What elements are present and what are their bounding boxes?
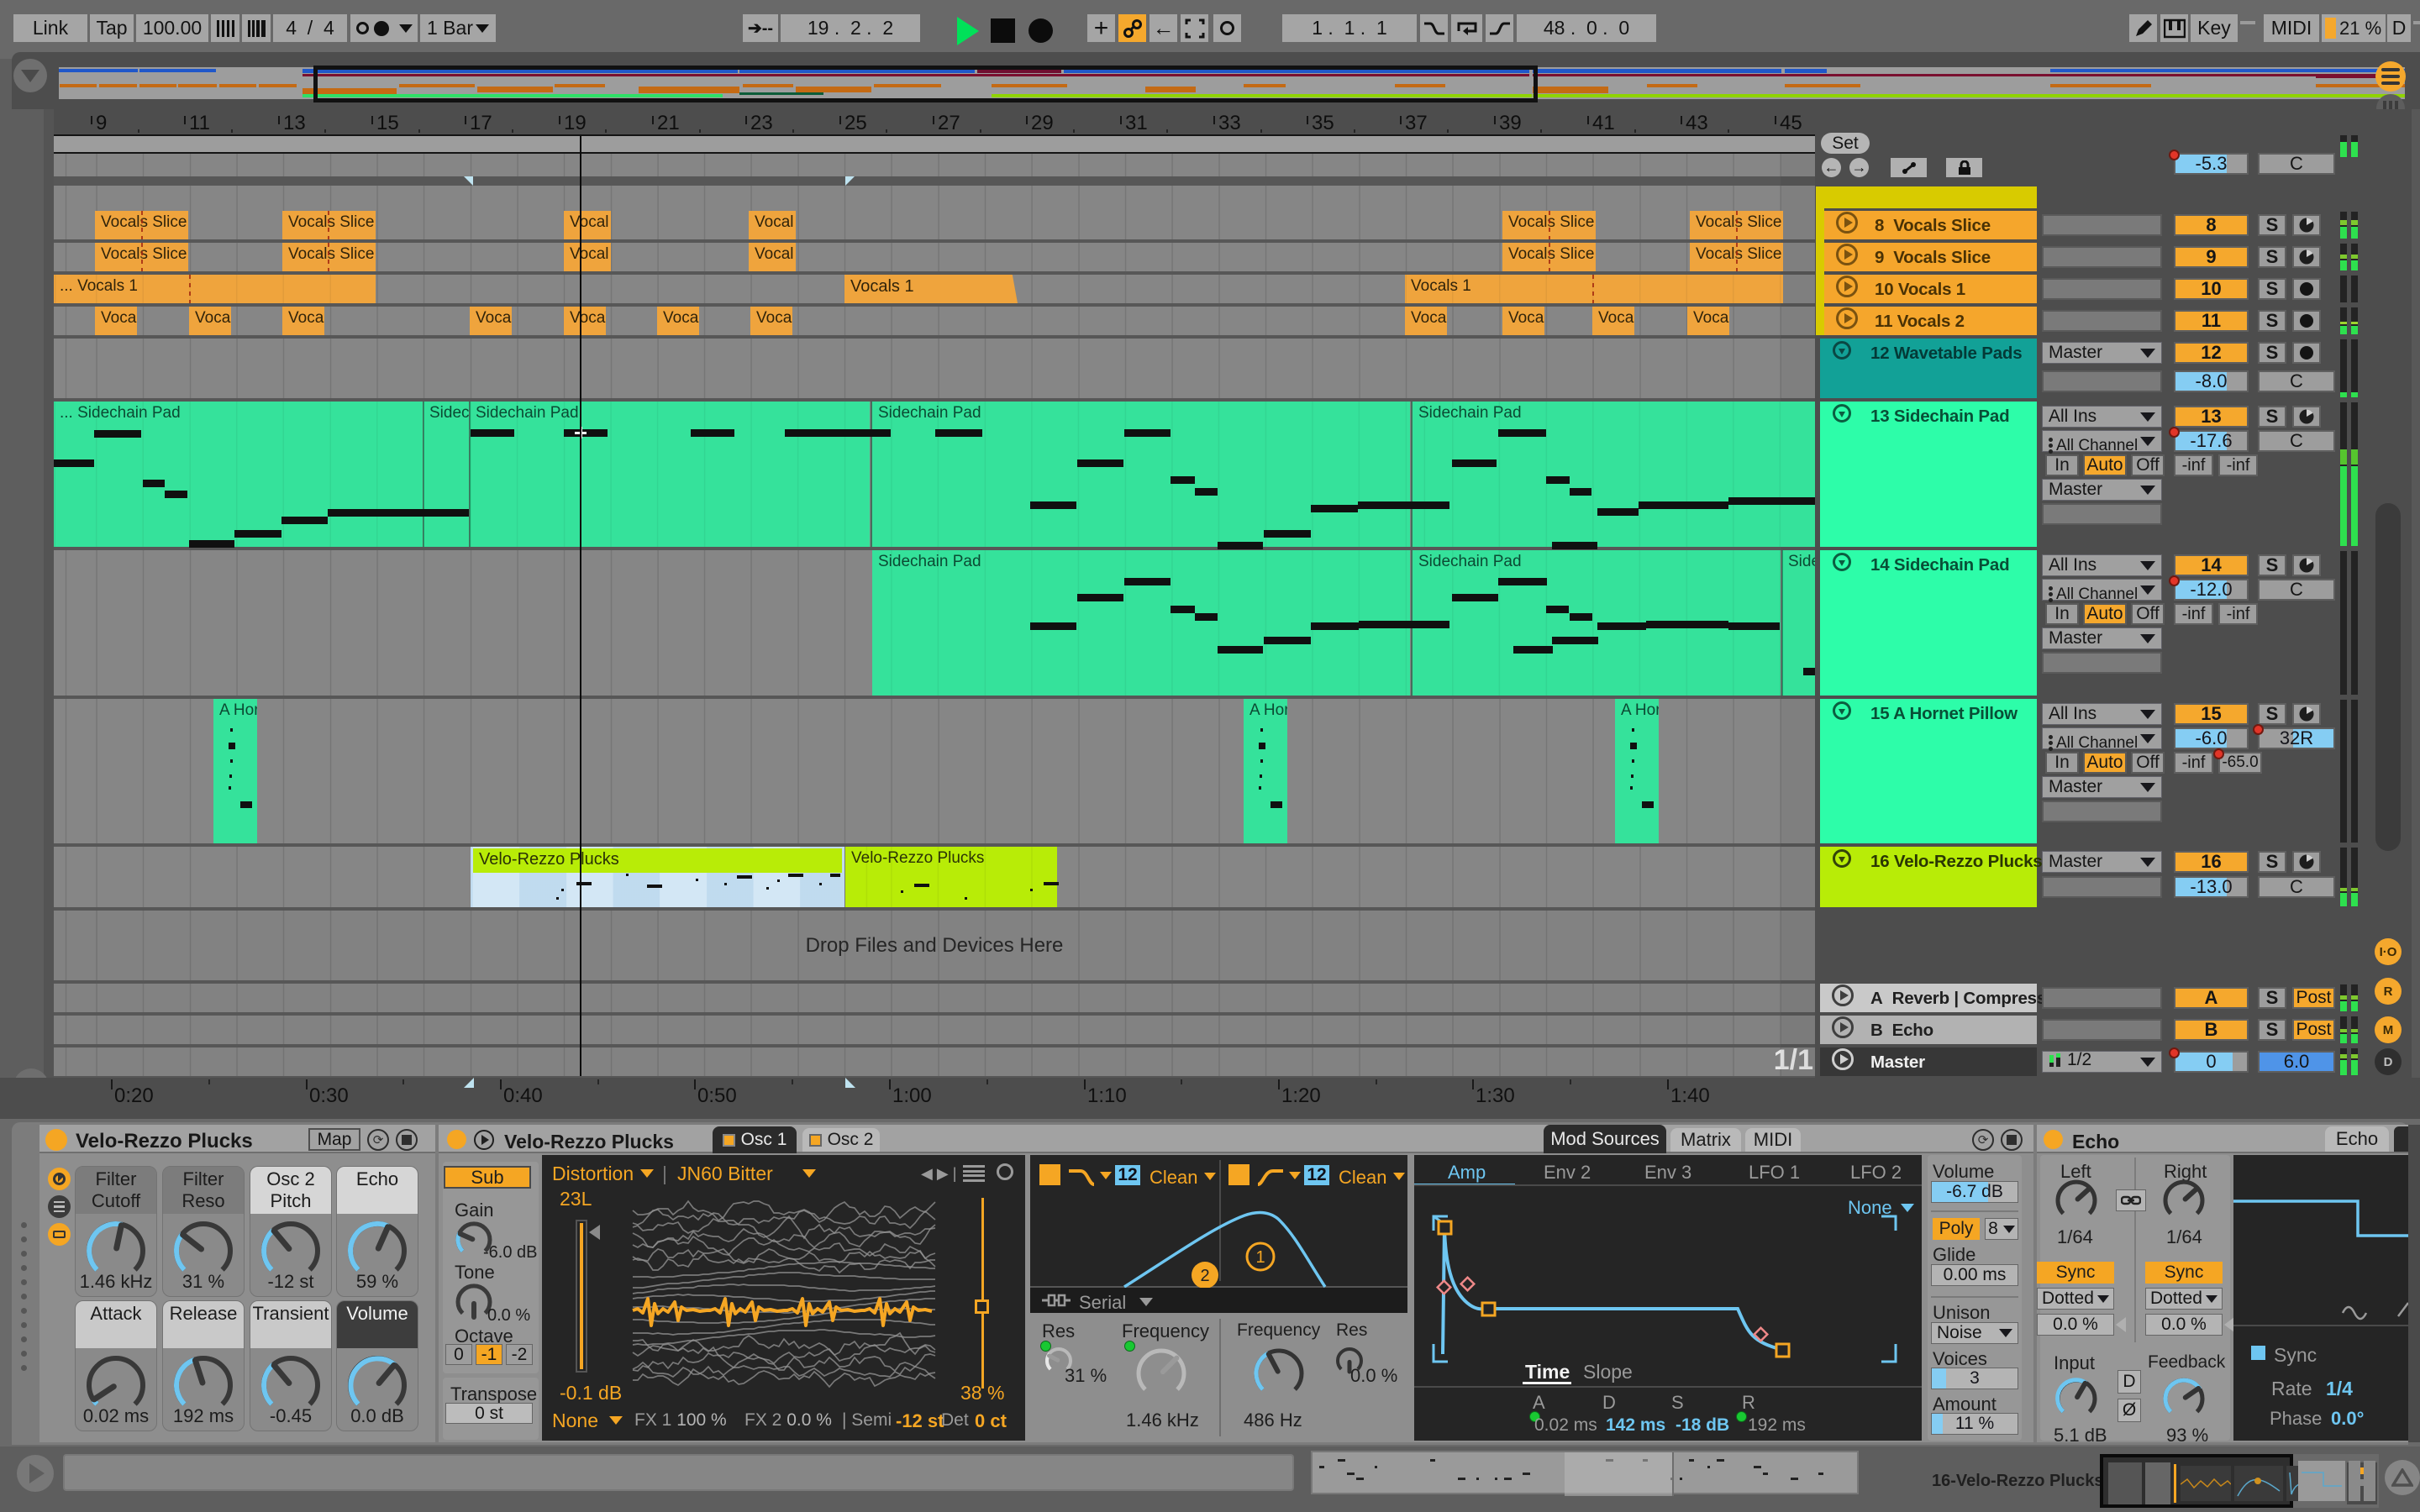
svg-text:2: 2 <box>1200 1267 1209 1285</box>
svg-text:1: 1 <box>1255 1248 1265 1267</box>
